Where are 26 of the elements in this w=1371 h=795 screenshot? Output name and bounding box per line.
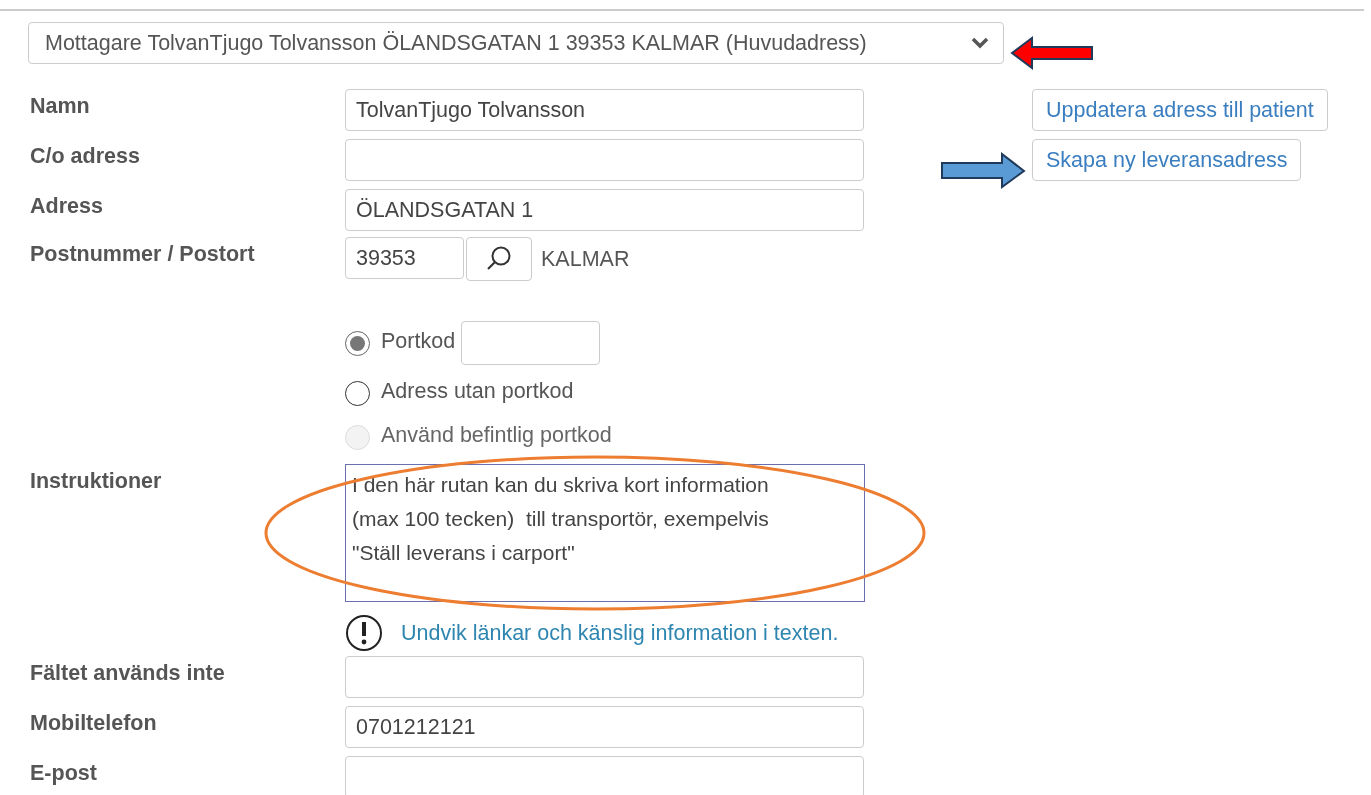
- city-text: KALMAR: [541, 246, 630, 273]
- update-address-button[interactable]: Uppdatera adress till patient: [1032, 89, 1328, 131]
- field-label: Mobiltelefon: [29, 710, 158, 737]
- input-field[interactable]: ÖLANDSGATAN 1: [345, 189, 864, 231]
- field-label: Instruktioner: [29, 468, 163, 495]
- field-label: E-post: [29, 760, 98, 787]
- door-code-field[interactable]: [461, 321, 601, 365]
- radio-label[interactable]: Adress utan portkod: [381, 371, 574, 408]
- recipient-select[interactable]: Mottagare TolvanTjugo Tolvansson ÖLANDSGATAN 1 39353 KALMAR (Huvudadress): [28, 22, 1004, 64]
- input-field[interactable]: 0701212121: [345, 706, 864, 748]
- field-label: Postnummer / Postort: [29, 241, 256, 268]
- chevron-down-icon: [971, 37, 989, 49]
- input-field[interactable]: TolvanTjugo Tolvansson: [345, 89, 864, 131]
- input-field[interactable]: [345, 756, 864, 795]
- warning-text: Undvik länkar och känslig information i texten.: [401, 619, 839, 647]
- postcode-field[interactable]: 39353: [345, 237, 464, 279]
- input-field[interactable]: [345, 656, 864, 698]
- radio-label[interactable]: Portkod: [381, 321, 456, 358]
- field-label: Namn: [29, 93, 91, 120]
- new-address-button[interactable]: Skapa ny leveransadress: [1032, 139, 1302, 181]
- field-label: Adress: [29, 193, 104, 220]
- field-label: Fältet används inte: [29, 660, 226, 687]
- field-label: C/o adress: [29, 143, 141, 170]
- input-field[interactable]: [345, 139, 864, 181]
- warning-icon: [345, 614, 383, 652]
- search-button[interactable]: [466, 237, 532, 281]
